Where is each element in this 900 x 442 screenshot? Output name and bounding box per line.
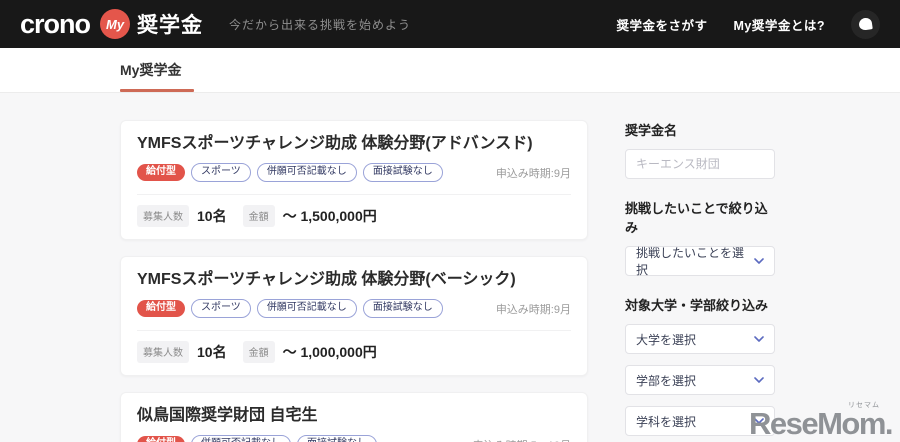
tag-category: スポーツ: [191, 299, 251, 318]
faculty-select[interactable]: 学部を選択: [625, 365, 775, 395]
tag-row: 給付型 スポーツ 併願可否記載なし 面接試験なし 申込み時期:9月: [137, 299, 571, 318]
recruits-value: 10名: [197, 208, 227, 224]
scholarship-card[interactable]: YMFSスポーツチャレンジ助成 体験分野(ベーシック) 給付型 スポーツ 併願可…: [120, 256, 588, 376]
resemom-watermark: リセマム ReseMom.: [748, 402, 894, 441]
logo-suffix: 奨学金: [137, 14, 204, 37]
header-nav: 奨学金をさがす My奨学金とは?: [616, 9, 880, 39]
scholarship-title: YMFSスポーツチャレンジ助成 体験分野(ベーシック): [137, 271, 516, 288]
subnav: My奨学金: [0, 48, 900, 93]
nav-link-about-my-scholarship[interactable]: My奨学金とは?: [733, 15, 825, 34]
tag-interview: 面接試験なし: [362, 163, 443, 182]
chat-bubble-glyph: [858, 17, 873, 31]
resemom-text: ReseMom.: [748, 406, 894, 441]
app-header: crono My 奨学金 今だから出来る挑戦を始めよう 奨学金をさがす My奨学…: [0, 0, 900, 48]
chat-bubble-icon[interactable]: [851, 9, 880, 39]
tag-row: 給付型 スポーツ 併願可否記載なし 面接試験なし 申込み時期:9月: [137, 163, 571, 182]
application-period: 申込み時期:9月: [495, 303, 571, 316]
faculty-select-value: 学部を選択: [636, 373, 697, 388]
scholarship-name-input[interactable]: [625, 149, 775, 179]
tag-row: 給付型 併願可否記載なし 面接試験なし 申込み時期:5〜10月: [137, 435, 571, 442]
application-period: 申込み時期:5〜10月: [473, 437, 571, 442]
amount-label: 金額: [242, 341, 275, 363]
university-select-value: 大学を選択: [636, 332, 697, 347]
chevron-down-icon: [754, 336, 764, 342]
scholarship-card[interactable]: 似鳥国際奨学財団 自宅生 給付型 併願可否記載なし 面接試験なし 申込み時期:5…: [120, 392, 588, 442]
card-divider: [137, 330, 571, 331]
nav-link-search-scholarships[interactable]: 奨学金をさがす: [616, 15, 707, 34]
main-content: YMFSスポーツチャレンジ助成 体験分野(アドバンスド) 給付型 スポーツ 併願…: [0, 93, 900, 442]
tag-benefit-type: 給付型: [137, 164, 185, 181]
filter-sidebar: 奨学金名 挑戦したいことで絞り込み 挑戦したいことを選択 対象大学・学部絞り込み…: [625, 120, 775, 442]
my-badge: My: [100, 9, 131, 39]
scholarship-title: 似鳥国際奨学財団 自宅生: [137, 407, 318, 424]
chevron-down-icon: [754, 377, 764, 383]
tag-category: スポーツ: [191, 163, 251, 182]
amount-label: 金額: [242, 205, 275, 227]
brand-text: crono: [20, 8, 91, 39]
university-select[interactable]: 大学を選択: [625, 324, 775, 354]
scholarship-title: YMFSスポーツチャレンジ助成 体験分野(アドバンスド): [137, 135, 533, 152]
card-divider: [137, 194, 571, 195]
tag-concurrent-application: 併願可否記載なし: [256, 163, 357, 182]
challenge-select-value: 挑戦したいことを選択: [636, 246, 745, 277]
tag-interview: 面接試験なし: [297, 435, 377, 442]
recruits-label: 募集人数: [137, 341, 189, 363]
tag-benefit-type: 給付型: [137, 300, 185, 317]
scholarship-card[interactable]: YMFSスポーツチャレンジ助成 体験分野(アドバンスド) 給付型 スポーツ 併願…: [120, 120, 588, 240]
tag-interview: 面接試験なし: [362, 299, 443, 318]
tag-benefit-type: 給付型: [137, 436, 185, 442]
amount-value: 〜 1,000,000円: [282, 344, 377, 360]
tag-concurrent-application: 併願可否記載なし: [191, 435, 291, 442]
stats-row: 募集人数 10名 金額 〜 1,500,000円: [137, 205, 571, 227]
department-select-value: 学科を選択: [636, 414, 697, 429]
app-logo[interactable]: crono My 奨学金: [20, 9, 203, 39]
challenge-filter-label: 挑戦したいことで絞り込み: [625, 201, 768, 235]
application-period: 申込み時期:9月: [495, 167, 571, 180]
scholarship-name-label: 奨学金名: [625, 123, 678, 138]
amount-value: 〜 1,500,000円: [282, 208, 377, 224]
challenge-select[interactable]: 挑戦したいことを選択: [625, 246, 775, 277]
university-filter-label: 対象大学・学部絞り込み: [625, 298, 769, 313]
tag-concurrent-application: 併願可否記載なし: [256, 299, 357, 318]
tagline: 今だから出来る挑戦を始めよう: [229, 17, 412, 32]
scholarship-list: YMFSスポーツチャレンジ助成 体験分野(アドバンスド) 給付型 スポーツ 併願…: [120, 120, 588, 442]
recruits-value: 10名: [197, 344, 227, 360]
stats-row: 募集人数 10名 金額 〜 1,000,000円: [137, 341, 571, 363]
tab-my-scholarships[interactable]: My奨学金: [120, 60, 194, 92]
name-filter-group: 奨学金名: [625, 120, 775, 179]
chevron-down-icon: [754, 258, 764, 264]
resemom-ruby: リセマム: [848, 402, 880, 409]
recruits-label: 募集人数: [137, 205, 189, 227]
challenge-filter-group: 挑戦したいことで絞り込み 挑戦したいことを選択: [625, 198, 775, 277]
